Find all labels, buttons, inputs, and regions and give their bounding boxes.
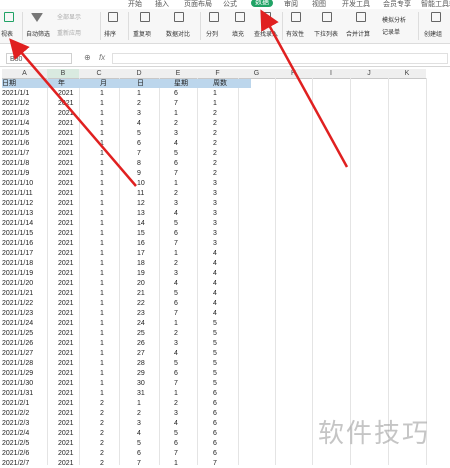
arrow-to-data-tab xyxy=(260,9,349,168)
arrow-to-pivot xyxy=(9,38,137,187)
watermark: 软件技巧 xyxy=(318,418,431,448)
annotation-arrows xyxy=(9,9,349,187)
